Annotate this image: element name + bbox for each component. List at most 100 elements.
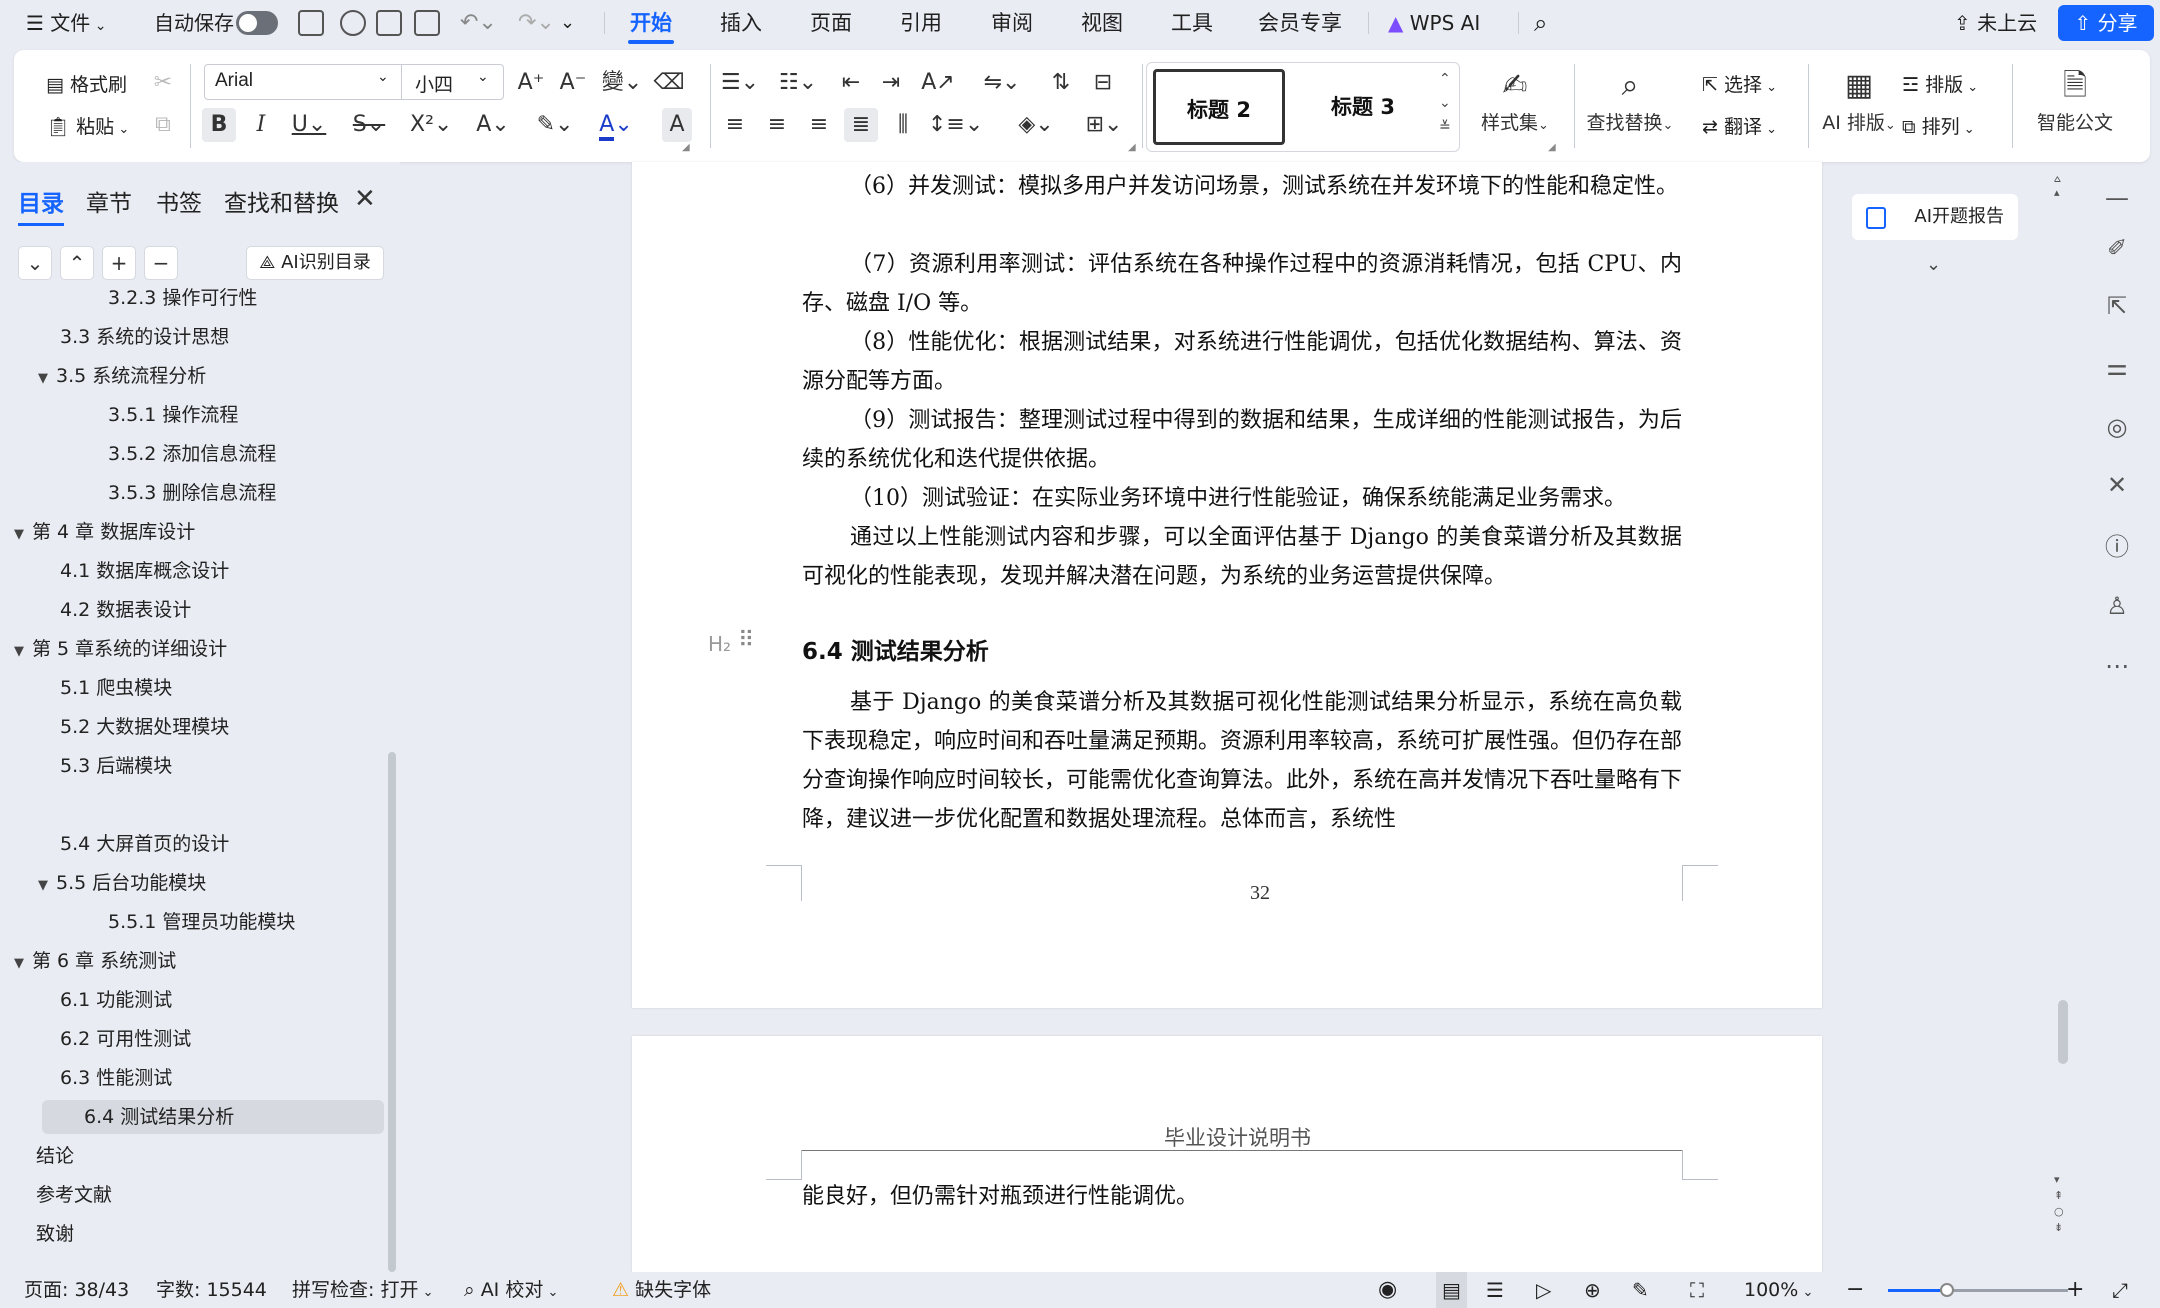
nav-scrollbar[interactable] [388, 752, 396, 1272]
toc-item[interactable]: 3.5.2 添加信息流程 [108, 437, 276, 471]
nav-tab-toc[interactable]: 目录 [18, 184, 64, 226]
scroll-up-icon[interactable]: ⩟ ▴ [2054, 172, 2061, 200]
smart-doc-button[interactable]: 🗎︎ 智能公文 [2020, 64, 2130, 135]
toc-item[interactable]: ▼ 第 5 章系统的详细设计 [14, 632, 227, 666]
expand-up-button[interactable]: ⌃ [60, 246, 94, 280]
toc-item[interactable]: 6.4 测试结果分析 [42, 1100, 384, 1134]
toc-item[interactable]: 3.5.3 删除信息流程 [108, 476, 276, 510]
zoom-level[interactable]: 100% ⌄ [1744, 1272, 1813, 1308]
toc-item[interactable]: 3.3 系统的设计思想 [60, 320, 229, 354]
toc-item[interactable]: 5.3 后端模块 [60, 749, 172, 783]
layout-button[interactable]: ☲ 排版 ⌄ [1902, 70, 1978, 97]
toc-item[interactable]: 3.5.1 操作流程 [108, 398, 238, 432]
body-paragraph[interactable]: 能良好，但仍需针对瓶颈进行性能调优。 [802, 1177, 1682, 1216]
underline-icon[interactable]: U⌄ [288, 108, 330, 142]
bullet-list-icon[interactable]: ☰⌄ [718, 66, 762, 100]
file-menu[interactable]: ☰ 文件 ⌄ [26, 0, 106, 46]
numbered-list-icon[interactable]: ☷⌄ [776, 66, 820, 100]
toc-item[interactable]: 3.2.3 操作可行性 [108, 281, 257, 315]
font-selector[interactable]: Arial ⌄ 小四 ⌄ [204, 64, 504, 100]
document-scrollbar[interactable] [2058, 1000, 2068, 1064]
tab-member[interactable]: 会员专享 [1250, 0, 1350, 46]
write-mode-icon[interactable]: ✎ [1632, 1272, 1649, 1308]
tab-home[interactable]: 开始 [620, 0, 682, 46]
phonetic-guide-icon[interactable]: 變⌄ [598, 66, 646, 100]
wps-ai-button[interactable]: ▲ WPS AI [1388, 0, 1480, 46]
toc-item[interactable]: 4.2 数据表设计 [60, 593, 191, 627]
toc-item[interactable]: 参考文献 [36, 1178, 112, 1212]
body-paragraph[interactable]: （6）并发测试：模拟多用户并发访问场景，测试系统在并发环境下的性能和稳定性。 [802, 167, 1682, 206]
paste-button[interactable]: 📋︎ 粘贴 ⌄ [46, 112, 129, 139]
redo-icon[interactable]: ↷⌄ [518, 0, 555, 46]
undo-icon[interactable]: ↶⌄ [460, 0, 497, 46]
nav-tab-find-replace[interactable]: 查找和替换 [224, 184, 339, 218]
ai-proofread-button[interactable]: ⌕ AI 校对 ⌄ [464, 1272, 558, 1308]
eye-protection-icon[interactable]: ◉ [1378, 1272, 1397, 1308]
tab-tools[interactable]: 工具 [1161, 0, 1223, 46]
italic-icon[interactable]: I [244, 108, 278, 142]
distribute-icon[interactable]: ⫼ [886, 108, 920, 142]
adjust-sliders-icon[interactable]: ⚌ [2102, 352, 2132, 382]
expand-caret-icon[interactable]: ▼ [38, 869, 56, 903]
shading-icon[interactable]: ◈⌄ [1012, 108, 1060, 142]
section-heading[interactable]: 6.4 测试结果分析 [802, 632, 989, 666]
body-paragraph[interactable]: 通过以上性能测试内容和步骤，可以全面评估基于 Django 的美食菜谱分析及其数… [802, 518, 1682, 596]
search-icon[interactable]: ⌕ [1534, 0, 1547, 46]
remove-heading-button[interactable]: − [144, 246, 178, 280]
more-icon[interactable]: ⋯ [2102, 651, 2132, 681]
collapse-all-button[interactable]: ⌄ [18, 246, 52, 280]
style-heading-2[interactable]: 标题 2 [1153, 69, 1285, 145]
decrease-font-icon[interactable]: A⁻ [556, 66, 590, 100]
toc-item[interactable]: 6.1 功能测试 [60, 983, 172, 1017]
highlight-icon[interactable]: ✎⌄ [534, 108, 576, 142]
nav-tab-bookmarks[interactable]: 书签 [156, 184, 202, 218]
missing-font-warning[interactable]: ⚠ 缺失字体 [612, 1272, 711, 1308]
page-header[interactable]: 毕业设计说明书 [1164, 1122, 1311, 1152]
dialog-launcher-icon[interactable]: ◢ [682, 142, 690, 153]
align-center-icon[interactable]: ≡ [760, 108, 794, 142]
toc-item[interactable]: ▼ 5.5 后台功能模块 [38, 866, 206, 900]
add-heading-button[interactable]: + [102, 246, 136, 280]
select-button[interactable]: ⇱ 选择 ⌄ [1702, 70, 1777, 97]
skin-shirt-icon[interactable]: ♙ [2102, 591, 2132, 621]
toc-item[interactable]: 致谢 [36, 1217, 74, 1251]
tab-insert[interactable]: 插入 [710, 0, 772, 46]
help-icon[interactable]: ⓘ [2102, 532, 2132, 562]
more-quick-icon[interactable]: ⌄ [560, 0, 575, 46]
tab-view[interactable]: 视图 [1071, 0, 1133, 46]
toc-item[interactable]: 5.1 爬虫模块 [60, 671, 172, 705]
dialog-launcher-icon[interactable]: ◢ [1128, 142, 1136, 153]
expand-caret-icon[interactable]: ▼ [38, 362, 56, 396]
pen-icon[interactable]: ✐ [2102, 233, 2132, 263]
zoom-slider-thumb[interactable] [1940, 1283, 1955, 1297]
toc-item[interactable]: ▼ 第 6 章 系统测试 [14, 944, 176, 978]
toc-item[interactable]: 5.5.1 管理员功能模块 [108, 905, 295, 939]
word-count[interactable]: 字数: 15544 [156, 1272, 267, 1308]
arrange-button[interactable]: ⧉ 排列 ⌄ [1902, 112, 1975, 139]
cloud-status[interactable]: ⇪ 未上云 [1954, 0, 2037, 46]
share-button[interactable]: ⇧ 分享 [2058, 5, 2154, 41]
justify-icon[interactable]: ≣ [844, 108, 878, 142]
copy-icon[interactable]: ⧉ [146, 108, 180, 142]
expand-caret-icon[interactable]: ▼ [14, 947, 32, 981]
toc-item[interactable]: 结论 [36, 1139, 74, 1173]
expand-caret-icon[interactable]: ▼ [14, 635, 32, 669]
tab-page[interactable]: 页面 [800, 0, 862, 46]
tools-icon[interactable]: ✕ [2102, 470, 2132, 500]
style-set-button[interactable]: ✍ 样式集⌄ [1470, 64, 1560, 135]
gallery-scroll-icon[interactable]: ⌃ ⌄ ≚ [1439, 67, 1451, 139]
chevron-down-icon[interactable]: ⌄ [1926, 254, 1941, 275]
print-preview-icon[interactable] [414, 10, 440, 36]
fit-page-icon[interactable]: ⛶ [1690, 1272, 1704, 1308]
page-view-icon[interactable]: ▤ [1436, 1272, 1467, 1308]
toc-item[interactable]: 6.3 性能测试 [60, 1061, 172, 1095]
strikethrough-icon[interactable]: S⌄ [348, 108, 390, 142]
print-icon[interactable] [376, 10, 402, 36]
body-paragraph[interactable]: （9）测试报告：整理测试过程中得到的数据和结果，生成详细的性能测试报告，为后续的… [802, 401, 1682, 479]
body-paragraph[interactable]: （10）测试验证：在实际业务环境中进行性能验证，确保系统能满足业务需求。 [802, 479, 1682, 518]
body-paragraph[interactable]: （8）性能优化：根据测试结果，对系统进行性能调优，包括优化数据结构、算法、资源分… [802, 323, 1682, 401]
autosave-toggle[interactable] [236, 11, 278, 35]
toc-item[interactable]: ▼ 第 4 章 数据库设计 [14, 515, 195, 549]
align-left-icon[interactable]: ≡ [718, 108, 752, 142]
zoom-out-icon[interactable]: − [1846, 1272, 1864, 1308]
